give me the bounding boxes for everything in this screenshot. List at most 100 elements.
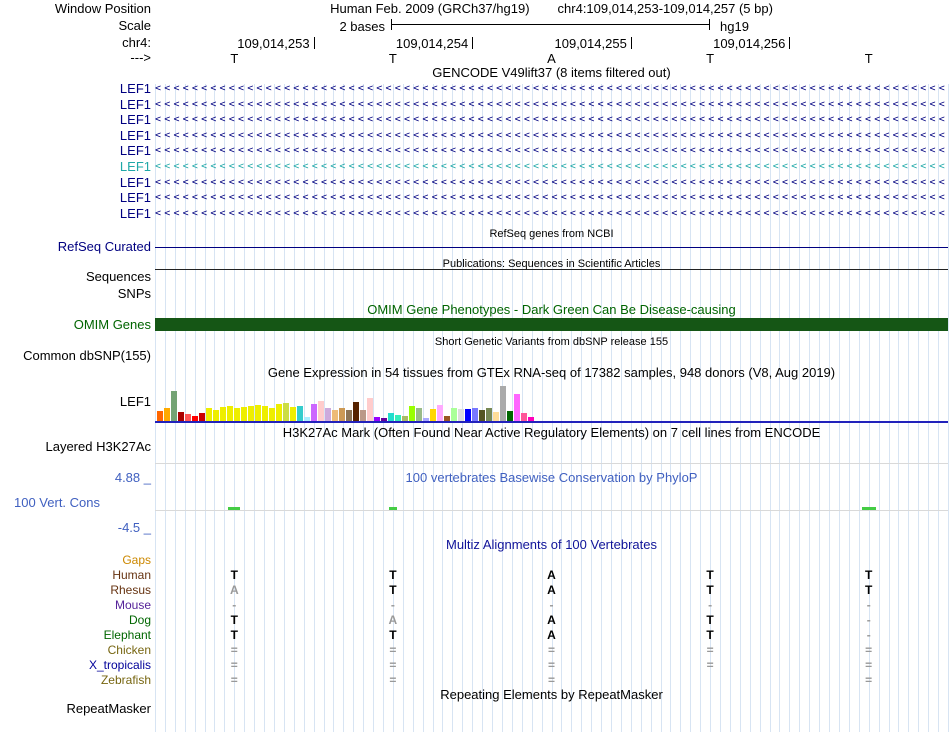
- track-title-phylop[interactable]: 100 vertebrates Basewise Conservation by…: [155, 471, 948, 485]
- gtex-expression-bar[interactable]: [318, 401, 324, 421]
- track-label-repeatmasker[interactable]: RepeatMasker: [0, 702, 151, 716]
- gtex-expression-bar[interactable]: [458, 409, 464, 421]
- species-label[interactable]: Gaps: [0, 553, 151, 568]
- track-label-gtex[interactable]: LEF1: [0, 395, 151, 409]
- track-title-h3k27ac[interactable]: H3K27Ac Mark (Often Found Near Active Re…: [155, 426, 948, 440]
- gtex-expression-bar[interactable]: [276, 404, 282, 421]
- gencode-transcript-row[interactable]: LEF1 <<<<<<<<<<<<<<<<<<<<<<<<<<<<<<<<<<<<…: [0, 159, 950, 175]
- gencode-transcript-row[interactable]: LEF1 <<<<<<<<<<<<<<<<<<<<<<<<<<<<<<<<<<<<…: [0, 143, 950, 159]
- gtex-expression-bar[interactable]: [507, 411, 513, 421]
- gtex-expression-bar[interactable]: [325, 408, 331, 421]
- gtex-expression-bar[interactable]: [437, 405, 443, 421]
- gtex-expression-bar[interactable]: [269, 408, 275, 421]
- gtex-expression-bar[interactable]: [164, 408, 170, 421]
- gtex-expression-bar[interactable]: [521, 413, 527, 421]
- track-label-sequences[interactable]: Sequences: [0, 270, 151, 284]
- transcript-intron-arrows[interactable]: <<<<<<<<<<<<<<<<<<<<<<<<<<<<<<<<<<<<<<<<…: [155, 190, 948, 206]
- gtex-expression-bar[interactable]: [493, 412, 499, 421]
- gtex-expression-bar[interactable]: [220, 407, 226, 421]
- gene-label[interactable]: LEF1: [0, 190, 151, 206]
- multiz-species-row[interactable]: Human T T A T T: [0, 568, 950, 583]
- gtex-expression-bar[interactable]: [346, 410, 352, 421]
- gtex-expression-bar[interactable]: [157, 411, 163, 421]
- gtex-expression-bar[interactable]: [241, 407, 247, 421]
- gtex-expression-bar[interactable]: [248, 406, 254, 421]
- gene-label[interactable]: LEF1: [0, 81, 151, 97]
- gtex-expression-bar[interactable]: [416, 408, 422, 421]
- multiz-species-row[interactable]: Elephant T T A T -: [0, 628, 950, 643]
- track-title-gtex[interactable]: Gene Expression in 54 tissues from GTEx …: [155, 366, 948, 380]
- track-label-omim[interactable]: OMIM Genes: [0, 318, 151, 332]
- species-label[interactable]: Mouse: [0, 598, 151, 613]
- omim-gene-bar[interactable]: [155, 318, 948, 331]
- species-label[interactable]: Elephant: [0, 628, 151, 643]
- species-label[interactable]: X_tropicalis: [0, 658, 151, 673]
- gtex-expression-bar[interactable]: [486, 408, 492, 421]
- gene-label[interactable]: LEF1: [0, 97, 151, 113]
- gene-label[interactable]: LEF1: [0, 175, 151, 191]
- track-title-omim[interactable]: OMIM Gene Phenotypes - Dark Green Can Be…: [155, 303, 948, 317]
- gtex-expression-bar[interactable]: [234, 408, 240, 421]
- species-label[interactable]: Human: [0, 568, 151, 583]
- gtex-expression-bar[interactable]: [332, 410, 338, 421]
- gtex-expression-bar[interactable]: [185, 414, 191, 421]
- gtex-expression-bar[interactable]: [514, 394, 520, 421]
- gtex-expression-bar[interactable]: [178, 412, 184, 421]
- publications-item-line[interactable]: [155, 269, 948, 270]
- track-title-repeatmasker[interactable]: Repeating Elements by RepeatMasker: [155, 688, 948, 702]
- gene-label[interactable]: LEF1: [0, 206, 151, 222]
- gtex-expression-bar[interactable]: [262, 406, 268, 421]
- gencode-transcript-row[interactable]: LEF1 <<<<<<<<<<<<<<<<<<<<<<<<<<<<<<<<<<<<…: [0, 97, 950, 113]
- gtex-expression-bar[interactable]: [353, 402, 359, 421]
- track-title-refseq[interactable]: RefSeq genes from NCBI: [155, 227, 948, 241]
- gencode-transcript-row[interactable]: LEF1 <<<<<<<<<<<<<<<<<<<<<<<<<<<<<<<<<<<<…: [0, 175, 950, 191]
- gtex-expression-bar[interactable]: [297, 406, 303, 421]
- gtex-expression-bar[interactable]: [479, 410, 485, 421]
- transcript-intron-arrows[interactable]: <<<<<<<<<<<<<<<<<<<<<<<<<<<<<<<<<<<<<<<<…: [155, 97, 948, 113]
- transcript-intron-arrows[interactable]: <<<<<<<<<<<<<<<<<<<<<<<<<<<<<<<<<<<<<<<<…: [155, 143, 948, 159]
- gtex-expression-bar[interactable]: [465, 409, 471, 421]
- gencode-transcript-row[interactable]: LEF1 <<<<<<<<<<<<<<<<<<<<<<<<<<<<<<<<<<<<…: [0, 128, 950, 144]
- track-label-snps[interactable]: SNPs: [0, 287, 151, 301]
- gtex-expression-bar[interactable]: [290, 407, 296, 421]
- gene-label[interactable]: LEF1: [0, 128, 151, 144]
- transcript-intron-arrows[interactable]: <<<<<<<<<<<<<<<<<<<<<<<<<<<<<<<<<<<<<<<<…: [155, 81, 948, 97]
- transcript-intron-arrows[interactable]: <<<<<<<<<<<<<<<<<<<<<<<<<<<<<<<<<<<<<<<<…: [155, 206, 948, 222]
- gtex-expression-bar[interactable]: [227, 406, 233, 421]
- transcript-intron-arrows[interactable]: <<<<<<<<<<<<<<<<<<<<<<<<<<<<<<<<<<<<<<<<…: [155, 175, 948, 191]
- multiz-species-row[interactable]: Rhesus A T A T T: [0, 583, 950, 598]
- gtex-expression-bar[interactable]: [430, 409, 436, 421]
- gtex-expression-bar[interactable]: [311, 404, 317, 421]
- track-title-gencode[interactable]: GENCODE V49lift37 (8 items filtered out): [155, 66, 948, 80]
- species-label[interactable]: Zebrafish: [0, 673, 151, 688]
- track-title-dbsnp[interactable]: Short Genetic Variants from dbSNP releas…: [155, 335, 948, 349]
- refseq-gene-line[interactable]: [155, 247, 948, 248]
- gtex-expression-bar[interactable]: [472, 408, 478, 421]
- gtex-expression-bar[interactable]: [500, 386, 506, 421]
- gtex-expression-bar[interactable]: [206, 408, 212, 421]
- gtex-expression-bar[interactable]: [451, 408, 457, 421]
- gencode-transcript-row[interactable]: LEF1 <<<<<<<<<<<<<<<<<<<<<<<<<<<<<<<<<<<<…: [0, 206, 950, 222]
- gencode-transcript-row[interactable]: LEF1 <<<<<<<<<<<<<<<<<<<<<<<<<<<<<<<<<<<<…: [0, 81, 950, 97]
- multiz-species-row[interactable]: X_tropicalis = = = = =: [0, 658, 950, 673]
- gencode-transcript-row[interactable]: LEF1 <<<<<<<<<<<<<<<<<<<<<<<<<<<<<<<<<<<<…: [0, 112, 950, 128]
- gtex-expression-bar[interactable]: [339, 408, 345, 421]
- track-label-dbsnp[interactable]: Common dbSNP(155): [0, 349, 151, 363]
- gtex-expression-bar[interactable]: [367, 398, 373, 421]
- multiz-species-row[interactable]: Gaps: [0, 553, 950, 568]
- multiz-species-row[interactable]: Zebrafish = = = =: [0, 673, 950, 688]
- gtex-expression-bar[interactable]: [199, 413, 205, 421]
- multiz-species-row[interactable]: Mouse - - - - -: [0, 598, 950, 613]
- ruler[interactable]: 109,014,253 109,014,254 109,014,255 109,014…: [0, 36, 950, 51]
- track-label-h3k27ac[interactable]: Layered H3K27Ac: [0, 440, 151, 454]
- multiz-species-row[interactable]: Dog T A A T -: [0, 613, 950, 628]
- multiz-species-row[interactable]: Chicken = = = = =: [0, 643, 950, 658]
- gtex-expression-bar[interactable]: [213, 410, 219, 421]
- transcript-intron-arrows[interactable]: <<<<<<<<<<<<<<<<<<<<<<<<<<<<<<<<<<<<<<<<…: [155, 112, 948, 128]
- gene-label[interactable]: LEF1: [0, 159, 151, 175]
- species-label[interactable]: Rhesus: [0, 583, 151, 598]
- transcript-intron-arrows[interactable]: <<<<<<<<<<<<<<<<<<<<<<<<<<<<<<<<<<<<<<<<…: [155, 128, 948, 144]
- gtex-expression-bar[interactable]: [388, 413, 394, 421]
- transcript-intron-arrows[interactable]: <<<<<<<<<<<<<<<<<<<<<<<<<<<<<<<<<<<<<<<<…: [155, 159, 948, 175]
- gtex-expression-bar[interactable]: [255, 405, 261, 421]
